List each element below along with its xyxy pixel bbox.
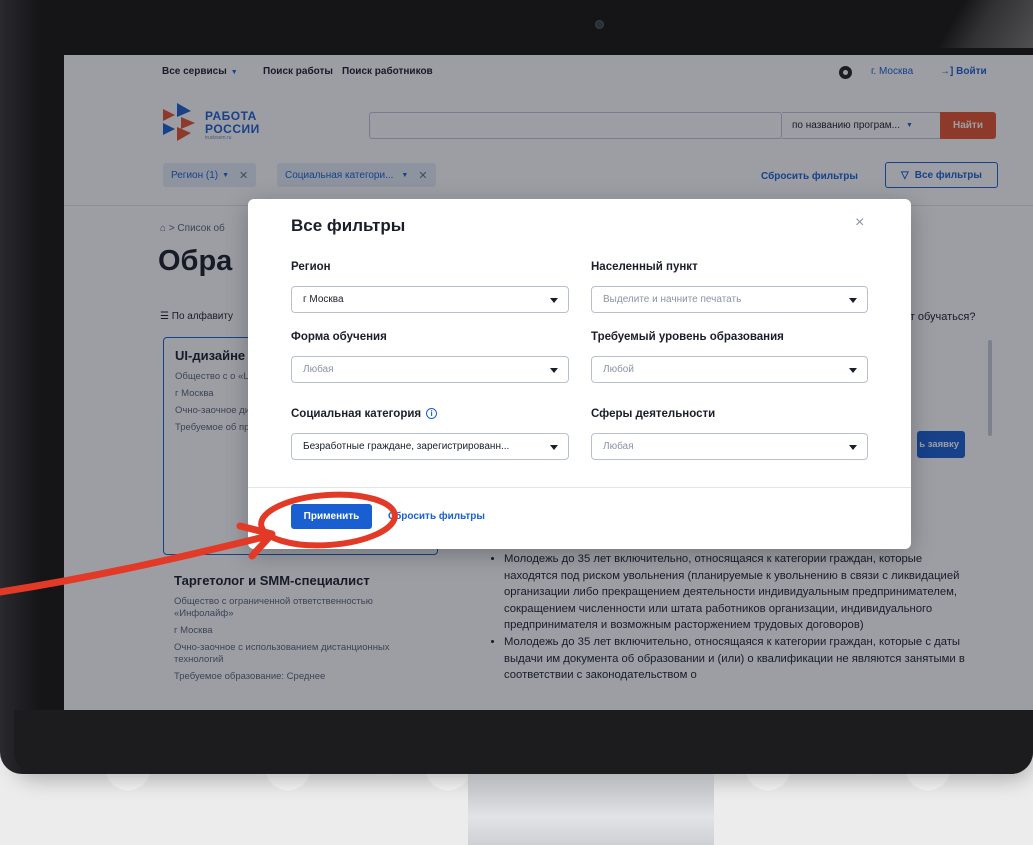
reset-filters-button[interactable]: Сбросить фильтры (388, 511, 485, 522)
social-category-label: Социальная категория i (291, 408, 438, 420)
camera-icon (595, 20, 604, 29)
social-category-select[interactable]: Безработные граждане, зарегистрированн..… (291, 433, 569, 460)
locality-placeholder: Выделите и начните печатать (603, 294, 742, 305)
monitor-stand (468, 774, 714, 845)
screen-glare (900, 0, 1033, 48)
social-category-label-text: Социальная категория (291, 408, 422, 420)
all-filters-modal: Все фильтры × Регион г Москва Населенный… (248, 199, 911, 549)
education-level-label: Требуемый уровень образования (591, 331, 784, 343)
chevron-down-icon (849, 445, 857, 450)
chevron-down-icon (550, 298, 558, 303)
region-select[interactable]: г Москва (291, 286, 569, 313)
locality-label: Населенный пункт (591, 261, 698, 273)
activity-sphere-select[interactable]: Любая (591, 433, 868, 460)
close-icon[interactable]: × (855, 214, 864, 232)
activity-sphere-label: Сферы деятельности (591, 408, 716, 420)
chevron-down-icon (849, 368, 857, 373)
study-form-value: Любая (303, 364, 334, 375)
chevron-down-icon (550, 445, 558, 450)
social-category-value: Безработные граждане, зарегистрированн..… (303, 441, 510, 452)
region-label: Регион (291, 261, 331, 273)
modal-title: Все фильтры (291, 216, 406, 235)
screen: Все сервисы ▼ Поиск работы Поиск работник… (64, 55, 1033, 710)
locality-select[interactable]: Выделите и начните печатать (591, 286, 868, 313)
monitor-chin (14, 710, 1033, 774)
info-icon[interactable]: i (426, 408, 438, 419)
region-value: г Москва (303, 294, 344, 305)
chevron-down-icon (550, 368, 558, 373)
activity-sphere-value: Любая (603, 441, 634, 452)
chevron-down-icon (849, 298, 857, 303)
education-level-value: Любой (603, 364, 634, 375)
education-level-select[interactable]: Любой (591, 356, 868, 383)
study-form-select[interactable]: Любая (291, 356, 569, 383)
study-form-label: Форма обучения (291, 331, 387, 343)
apply-button[interactable]: Применить (291, 504, 372, 529)
divider (248, 487, 911, 488)
